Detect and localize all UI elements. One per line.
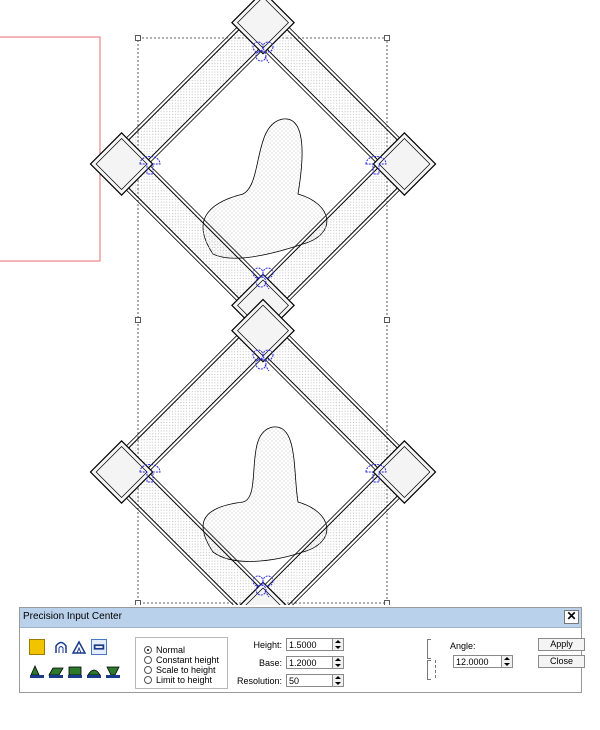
shape-a-icon[interactable] xyxy=(29,663,45,679)
precision-input-center-panel: Precision Input Center ✕ Normal Constant… xyxy=(19,607,585,693)
radio-dot-icon xyxy=(144,646,152,654)
arch-up-icon[interactable] xyxy=(53,639,69,655)
color-swatch-icon[interactable] xyxy=(29,639,45,655)
angle-label: Angle: xyxy=(450,641,476,651)
design-bottom[interactable] xyxy=(89,298,437,605)
selection-rectangle[interactable] xyxy=(0,36,101,262)
mode-radio-group: Normal Constant height Scale to height L… xyxy=(135,637,228,689)
apply-button[interactable]: Apply xyxy=(538,638,585,651)
base-field[interactable]: 1.2000 xyxy=(286,656,344,669)
panel-titlebar[interactable]: Precision Input Center ✕ xyxy=(20,608,581,628)
angle-slider-bottom[interactable] xyxy=(427,660,431,680)
height-label: Height: xyxy=(253,640,282,650)
shape-e-icon[interactable] xyxy=(105,663,121,679)
angle-slider-top[interactable] xyxy=(427,639,431,659)
resolution-label: Resolution: xyxy=(236,676,282,686)
panel-title: Precision Input Center xyxy=(23,611,122,622)
shape-d-icon[interactable] xyxy=(86,663,102,679)
close-icon[interactable]: ✕ xyxy=(564,610,579,624)
radio-dot-icon xyxy=(144,666,152,674)
design-canvas[interactable] xyxy=(0,0,600,605)
angle-spinner-icon[interactable] xyxy=(501,656,512,667)
radio-dot-icon xyxy=(144,676,152,684)
base-label: Base: xyxy=(258,658,282,668)
base-spinner-icon[interactable] xyxy=(332,657,343,668)
rectangle-text-icon[interactable] xyxy=(91,639,107,655)
shape-b-icon[interactable] xyxy=(48,663,64,679)
shape-c-icon[interactable] xyxy=(67,663,83,679)
peak-icon[interactable] xyxy=(71,639,87,655)
angle-slider-track[interactable] xyxy=(434,660,436,678)
close-button[interactable]: Close xyxy=(538,655,585,668)
height-field[interactable]: 1.5000 xyxy=(286,638,344,651)
resolution-field[interactable]: 50 xyxy=(286,674,344,687)
height-spinner-icon[interactable] xyxy=(332,639,343,650)
radio-dot-icon xyxy=(144,656,152,664)
angle-field[interactable]: 12.0000 xyxy=(453,655,513,668)
resolution-spinner-icon[interactable] xyxy=(332,675,343,686)
design-top[interactable] xyxy=(89,0,437,338)
